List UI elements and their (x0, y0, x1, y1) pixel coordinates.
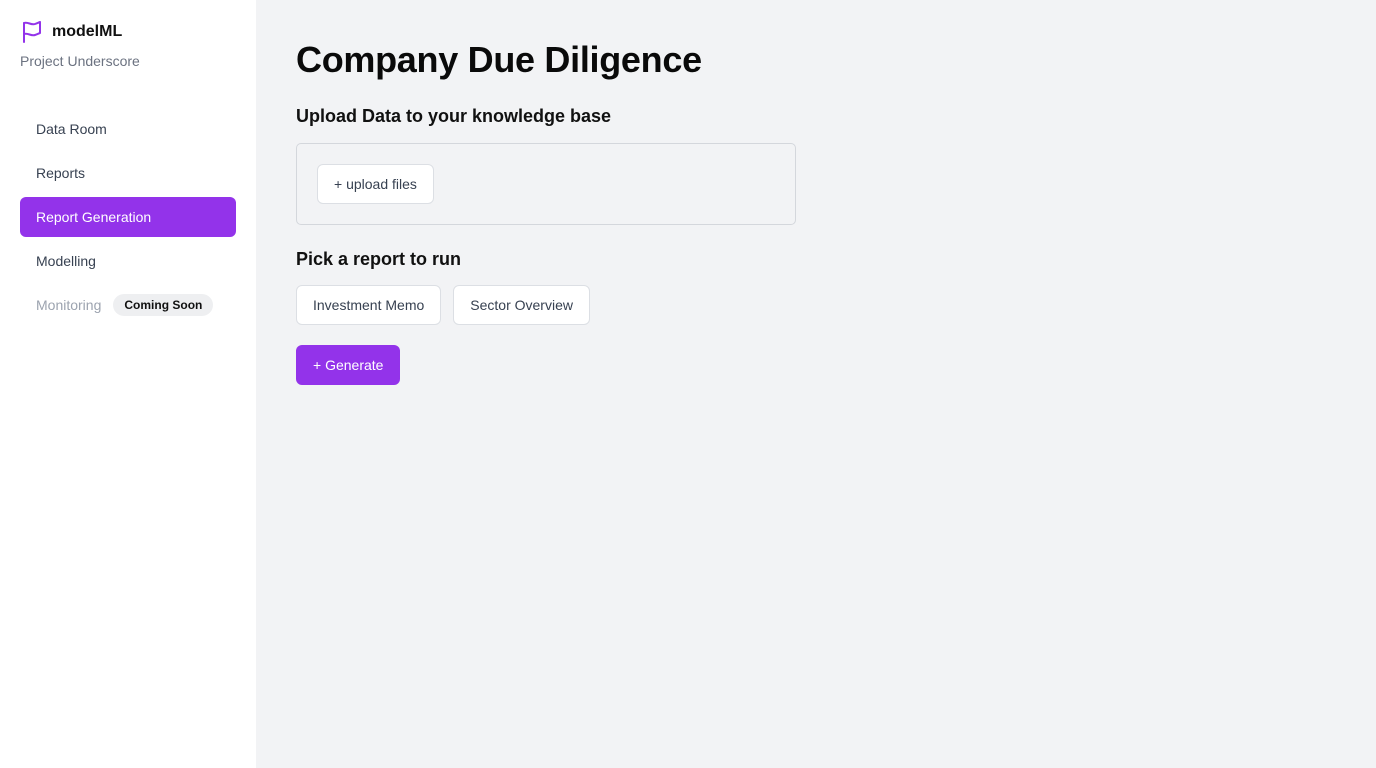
sidebar-item-modelling[interactable]: Modelling (20, 241, 236, 281)
project-name: Project Underscore (20, 53, 140, 69)
upload-heading: Upload Data to your knowledge base (296, 106, 612, 126)
sidebar-item-data-room[interactable]: Data Room (20, 109, 236, 149)
sidebar-item-label: Reports (36, 165, 86, 181)
report-options: Investment Memo Sector Overview (296, 285, 1336, 325)
main-content: Company Due Diligence Upload Data to you… (256, 0, 1376, 768)
sector-overview-option[interactable]: Sector Overview (453, 285, 590, 325)
investment-memo-option[interactable]: Investment Memo (296, 285, 442, 325)
sidebar-item-label: Monitoring (36, 297, 102, 313)
sidebar-item-reports[interactable]: Reports (20, 153, 236, 193)
brand-name: modelML (52, 23, 123, 40)
sidebar-item-monitoring: Monitoring Coming Soon (20, 285, 236, 325)
page-title: Company Due Diligence (296, 39, 702, 80)
sidebar: modelML Project Underscore Data Room Rep… (0, 0, 256, 768)
upload-dropzone[interactable]: + upload files (296, 143, 796, 225)
flag-icon (20, 20, 43, 44)
upload-files-button[interactable]: + upload files (317, 164, 434, 204)
sidebar-item-label: Modelling (36, 253, 96, 269)
sidebar-item-label: Data Room (36, 121, 107, 137)
sidebar-item-report-generation[interactable]: Report Generation (20, 197, 236, 237)
pick-report-heading: Pick a report to run (296, 249, 462, 269)
brand: modelML (20, 20, 236, 44)
sidebar-item-label: Report Generation (36, 209, 152, 225)
coming-soon-badge: Coming Soon (113, 294, 214, 316)
sidebar-nav: Data Room Reports Report Generation Mode… (20, 109, 236, 325)
generate-button[interactable]: + Generate (296, 345, 401, 385)
